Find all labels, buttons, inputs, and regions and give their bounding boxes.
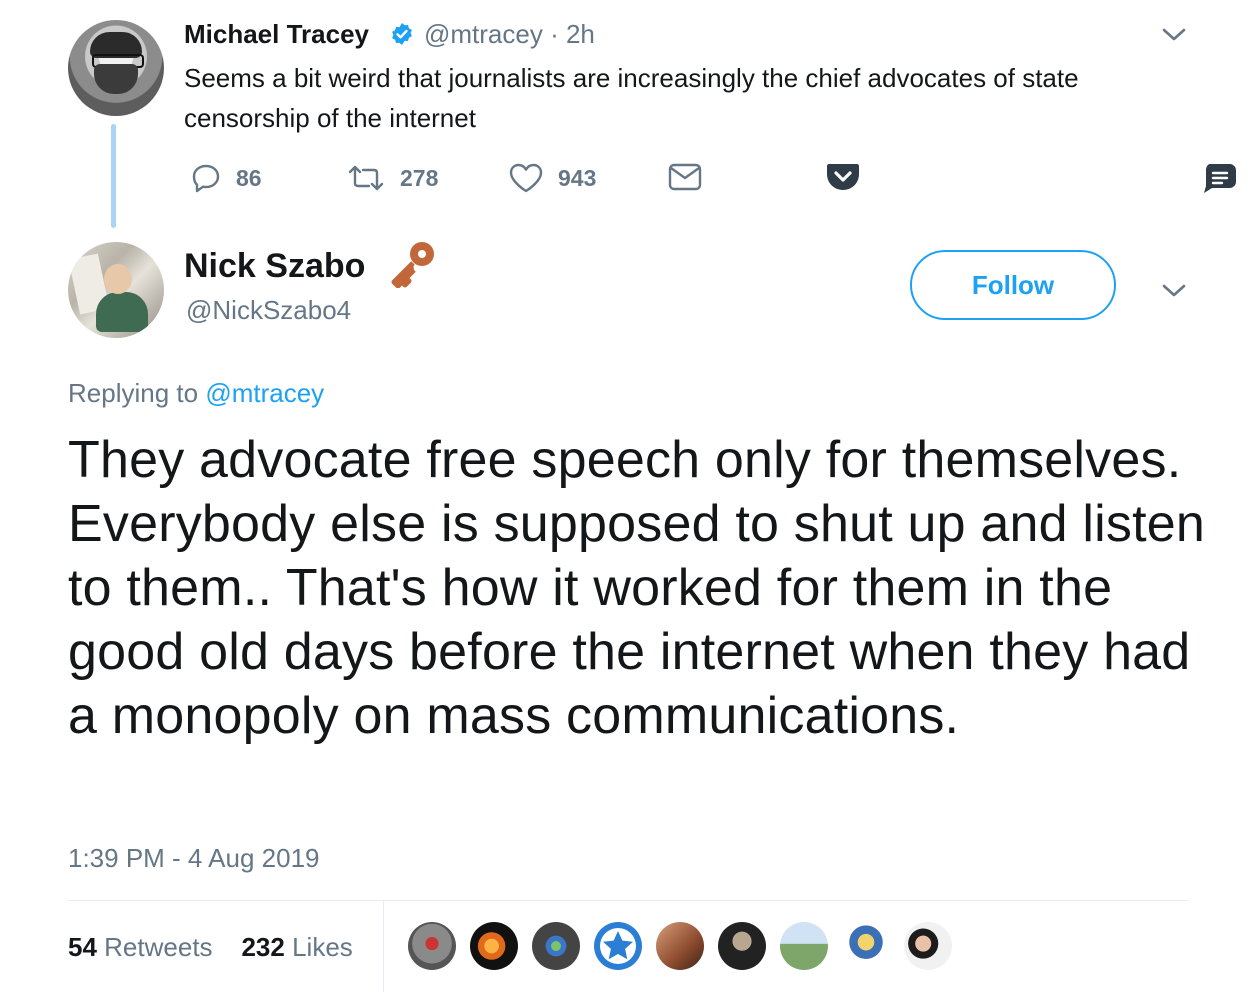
like-total: 232 [241, 932, 285, 962]
like-count: 943 [558, 164, 597, 191]
retweet-action[interactable]: 278 [346, 162, 438, 194]
reply-count: 86 [236, 164, 262, 191]
dm-icon [668, 163, 702, 191]
liker-avatar[interactable] [656, 922, 704, 970]
follow-button[interactable]: Follow [910, 250, 1116, 320]
liker-avatar[interactable] [718, 922, 766, 970]
tweet-stats: 54 Retweets 232 Likes [68, 930, 353, 964]
retweet-icon [348, 165, 384, 191]
chevron-down-icon[interactable] [1160, 20, 1188, 48]
avatar-nick-szabo[interactable] [68, 242, 164, 338]
main-tweet-text: They advocate free speech only for thems… [68, 431, 1205, 745]
liker-avatar[interactable] [904, 922, 952, 970]
retweets-label: Retweets [104, 932, 213, 962]
avatar-michael-tracey[interactable] [68, 20, 164, 116]
likes-label: Likes [292, 932, 353, 962]
thread-line [111, 124, 116, 228]
divider [383, 900, 384, 992]
reply-action[interactable]: 86 [190, 162, 262, 194]
dm-action[interactable] [668, 162, 702, 192]
main-handle[interactable]: @NickSzabo4 [186, 294, 351, 326]
liker-avatar[interactable] [594, 922, 642, 970]
liker-avatar[interactable] [532, 922, 580, 970]
liker-avatar[interactable] [470, 922, 518, 970]
reply-icon [192, 164, 220, 193]
parent-author-name[interactable]: Michael Tracey [184, 18, 369, 50]
parent-handle-time[interactable]: @mtracey · 2h [424, 18, 595, 50]
retweet-count: 278 [400, 164, 439, 191]
likes-stat[interactable]: 232 Likes [241, 932, 352, 962]
parent-tweet-text: Seems a bit weird that journalists are i… [184, 63, 1079, 133]
replying-to-link[interactable]: @mtracey [205, 378, 324, 408]
chevron-down-icon[interactable] [1160, 276, 1188, 304]
liker-avatar[interactable] [408, 922, 456, 970]
like-icon [509, 163, 543, 193]
liker-avatars [408, 922, 952, 970]
avatar-face [104, 264, 132, 294]
divider [68, 900, 1188, 901]
avatar-beard [94, 64, 138, 94]
key-icon [386, 238, 440, 289]
replying-prefix: Replying to [68, 378, 199, 408]
retweet-total: 54 [68, 932, 97, 962]
tweet-timestamp[interactable]: 1:39 PM - 4 Aug 2019 [68, 842, 320, 874]
pocket-icon[interactable] [826, 162, 860, 192]
main-author-name[interactable]: Nick Szabo [184, 244, 365, 288]
retweets-stat[interactable]: 54 Retweets [68, 932, 213, 962]
like-action[interactable]: 943 [508, 162, 596, 194]
liker-avatar[interactable] [780, 922, 828, 970]
liker-avatar[interactable] [842, 922, 890, 970]
avatar-body [96, 292, 148, 332]
note-icon[interactable] [1202, 162, 1238, 194]
replying-to: Replying to @mtracey [68, 376, 324, 410]
verified-icon [390, 22, 414, 46]
